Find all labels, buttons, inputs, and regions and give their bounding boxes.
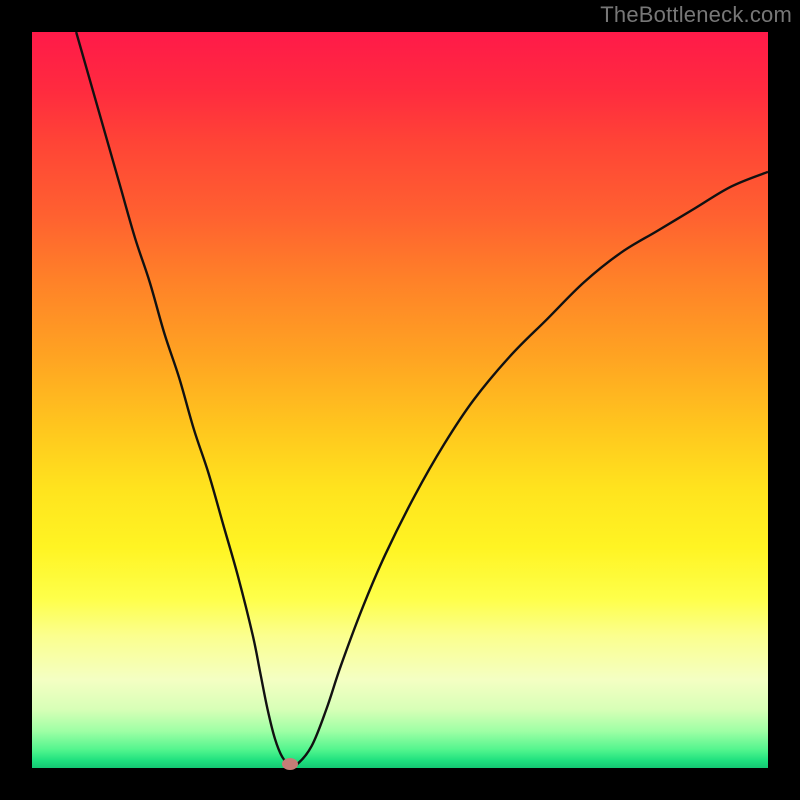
plot-area xyxy=(32,32,768,768)
bottleneck-curve xyxy=(32,32,768,768)
watermark-text: TheBottleneck.com xyxy=(600,2,792,28)
optimal-point-marker xyxy=(282,758,298,770)
